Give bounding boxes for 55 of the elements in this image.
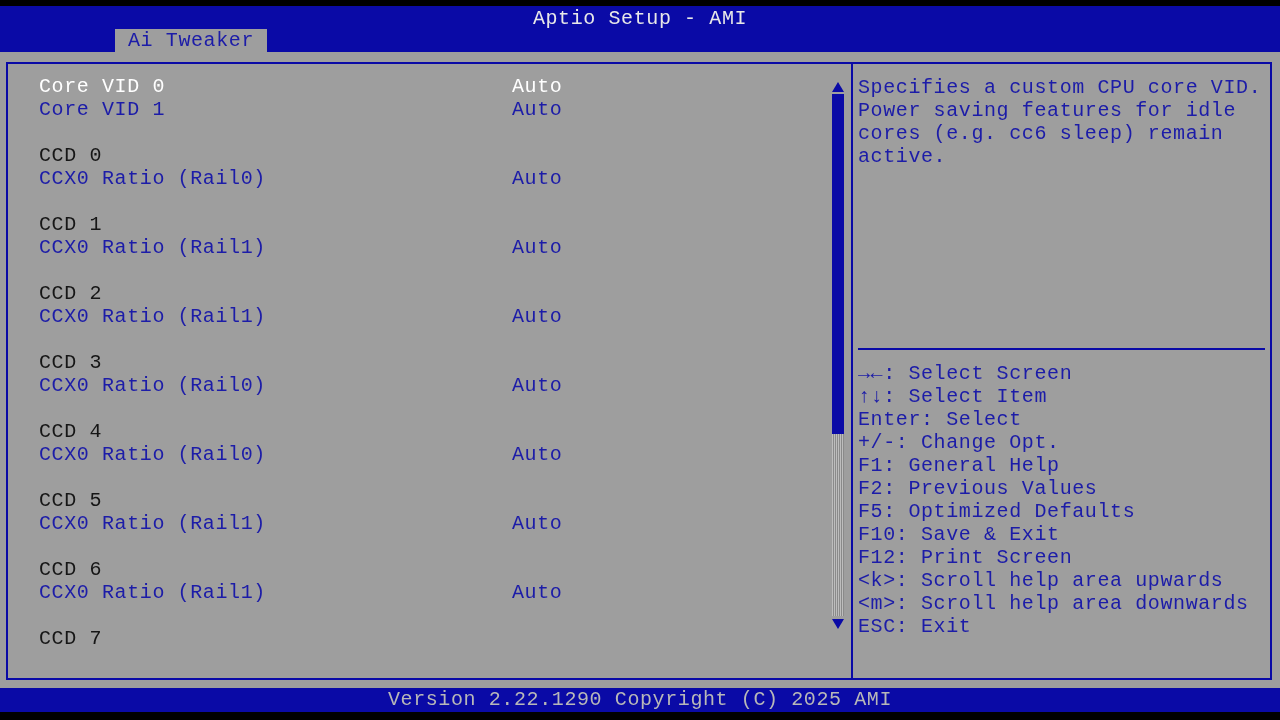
setting-value: Auto — [512, 512, 563, 535]
scrollbar[interactable] — [832, 94, 844, 616]
setting-label: CCX0 Ratio (Rail0) — [39, 443, 267, 466]
setting-value: Auto — [512, 236, 563, 259]
setting-row[interactable]: CCX0 Ratio (Rail0) Auto — [39, 167, 832, 190]
setting-value: Auto — [512, 374, 563, 397]
key-hint: F10: Save & Exit — [858, 523, 1060, 546]
setting-label: CCX0 Ratio (Rail1) — [39, 512, 267, 535]
setting-value: Auto — [512, 443, 563, 466]
help-description: Specifies a custom CPU core VID. Power saving features for idle cores (e.g. cc6 sleep) remain active. — [858, 76, 1263, 170]
key-hint: F2: Previous Values — [858, 477, 1098, 500]
setting-row[interactable]: Core VID 1 Auto — [39, 98, 832, 121]
setting-value: Auto — [512, 75, 563, 98]
setting-value: Auto — [512, 167, 563, 190]
setting-row[interactable]: CCX0 Ratio (Rail0) Auto — [39, 443, 832, 466]
section-heading: CCD 4 — [39, 420, 102, 443]
setting-label: CCX0 Ratio (Rail0) — [39, 167, 267, 190]
scroll-up-icon[interactable] — [832, 82, 844, 92]
section-heading: CCD 0 — [39, 144, 102, 167]
key-hint: ESC: Exit — [858, 615, 972, 638]
key-hint: F12: Print Screen — [858, 546, 1073, 569]
section-heading: CCD 5 — [39, 489, 102, 512]
key-hint: →←: Select Screen — [858, 362, 1073, 385]
section-heading: CCD 1 — [39, 213, 102, 236]
setting-value: Auto — [512, 581, 563, 604]
setting-label: CCX0 Ratio (Rail1) — [39, 236, 267, 259]
version-text: Version 2.22.1290 Copyright (C) 2025 AMI — [387, 688, 893, 711]
section-heading: CCD 3 — [39, 351, 102, 374]
key-hint: <m>: Scroll help area downwards — [858, 592, 1249, 615]
key-hint: +/-: Change Opt. — [858, 431, 1060, 454]
setting-row[interactable]: Core VID 0 Auto — [39, 75, 832, 98]
setting-label: CCX0 Ratio (Rail0) — [39, 374, 267, 397]
section-heading: CCD 7 — [39, 627, 102, 650]
key-hint: F5: Optimized Defaults — [858, 500, 1136, 523]
tab[interactable]: Ai Tweaker — [115, 29, 268, 52]
setting-value: Auto — [512, 305, 563, 328]
section-heading: CCD 6 — [39, 558, 102, 581]
setting-label: CCX0 Ratio (Rail1) — [39, 305, 267, 328]
key-hint: Enter: Select — [858, 408, 1022, 431]
setting-value: Auto — [512, 98, 563, 121]
key-hint: F1: General Help — [858, 454, 1060, 477]
setting-label: CCX0 Ratio (Rail1) — [39, 581, 267, 604]
setting-row[interactable]: CCX0 Ratio (Rail1) Auto — [39, 305, 832, 328]
setting-row[interactable]: CCX0 Ratio (Rail1) Auto — [39, 236, 832, 259]
setting-label: Core VID 1 — [39, 98, 167, 121]
scrollbar-thumb[interactable] — [832, 94, 844, 434]
section-heading: CCD 2 — [39, 282, 102, 305]
key-hint: ↑↓: Select Item — [858, 385, 1048, 408]
scroll-down-icon[interactable] — [832, 619, 844, 629]
window-title: Aptio Setup - AMI — [531, 8, 749, 30]
setting-row[interactable]: CCX0 Ratio (Rail1) Auto — [39, 581, 832, 604]
setting-row[interactable]: CCX0 Ratio (Rail1) Auto — [39, 512, 832, 535]
setting-label: Core VID 0 — [39, 75, 167, 98]
key-hint: <k>: Scroll help area upwards — [858, 569, 1224, 592]
setting-row[interactable]: CCX0 Ratio (Rail0) Auto — [39, 374, 832, 397]
